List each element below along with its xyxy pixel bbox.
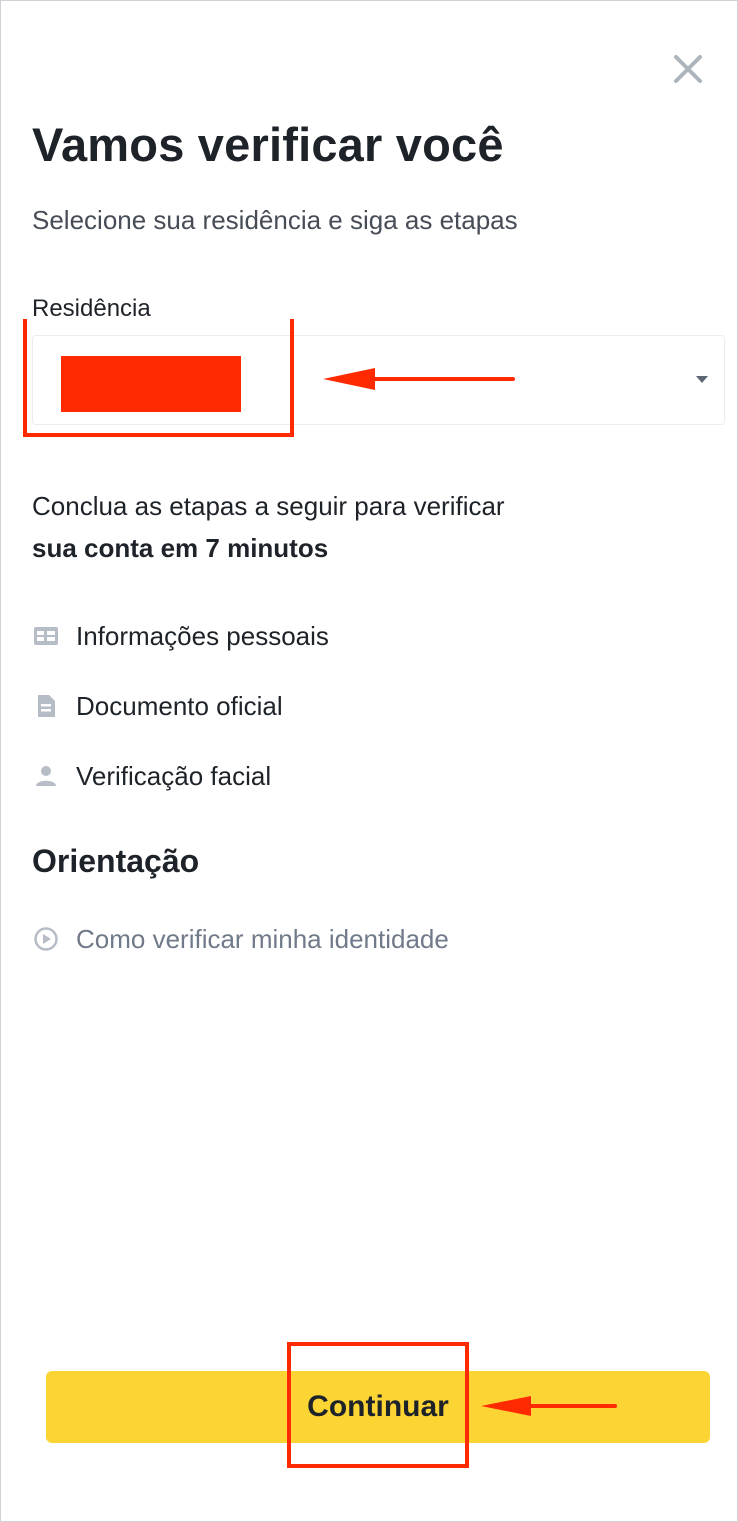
residence-select[interactable] (32, 335, 725, 425)
how-to-verify-label: Como verificar minha identidade (76, 923, 449, 954)
step-label: Verificação facial (76, 760, 272, 791)
id-card-icon (32, 622, 60, 650)
steps-intro-line2: sua conta em 7 minutos (32, 533, 329, 563)
step-label: Documento oficial (76, 690, 283, 721)
guidance-title: Orientação (32, 843, 200, 879)
person-icon (32, 762, 60, 790)
step-face-verification: Verificação facial (32, 756, 271, 796)
caret-down-icon (696, 376, 708, 383)
step-official-document: Documento oficial (32, 686, 283, 726)
residence-selected-value (61, 356, 241, 412)
residence-label: Residência (32, 295, 151, 322)
step-label: Informações pessoais (76, 620, 329, 651)
page-title: Vamos verificar você (32, 118, 504, 171)
verification-modal: Vamos verificar você Selecione sua resid… (0, 0, 738, 1522)
close-button[interactable] (668, 49, 708, 89)
step-personal-info: Informações pessoais (32, 616, 329, 656)
page-subtitle: Selecione sua residência e siga as etapa… (32, 205, 518, 235)
play-circle-icon (32, 925, 60, 953)
continue-button[interactable]: Continuar (46, 1371, 710, 1443)
how-to-verify-link[interactable]: Como verificar minha identidade (32, 919, 449, 959)
document-icon (32, 692, 60, 720)
steps-intro-line1: Conclua as etapas a seguir para verifica… (32, 491, 505, 521)
close-icon (674, 55, 702, 83)
steps-intro: Conclua as etapas a seguir para verifica… (32, 485, 505, 569)
